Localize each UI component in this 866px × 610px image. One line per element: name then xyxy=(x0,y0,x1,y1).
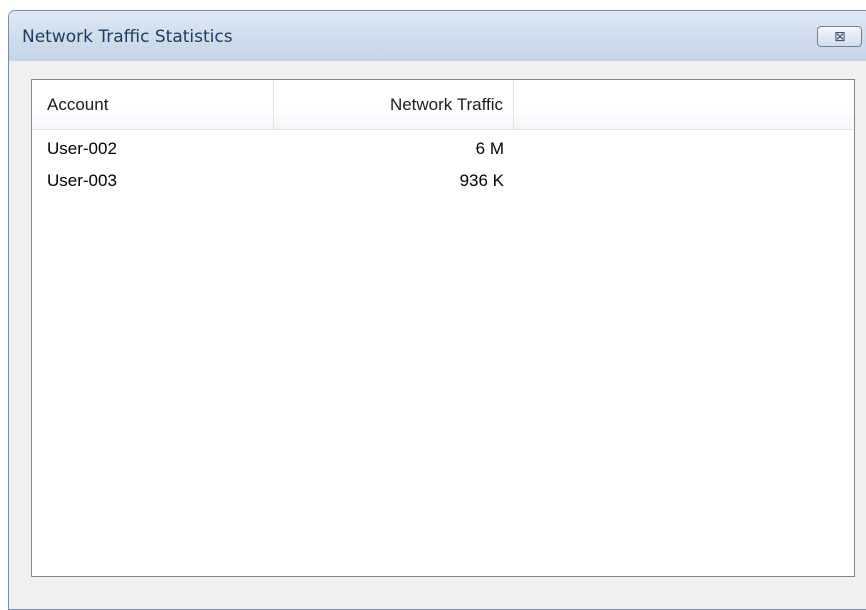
title-bar[interactable]: Network Traffic Statistics ⊠ xyxy=(9,11,866,61)
table-row[interactable]: User-002 6 M xyxy=(32,134,854,164)
column-header-account[interactable]: Account xyxy=(32,80,274,129)
close-button[interactable]: ⊠ xyxy=(817,26,862,47)
network-traffic-window: Network Traffic Statistics ⊠ Account Net… xyxy=(8,10,866,610)
account-cell: User-002 xyxy=(47,139,117,158)
window-title: Network Traffic Statistics xyxy=(22,27,233,47)
traffic-list-view[interactable]: Account Network Traffic User-002 6 M Use… xyxy=(31,79,855,577)
account-cell: User-003 xyxy=(47,171,117,190)
traffic-cell: 936 K xyxy=(459,171,504,190)
table-row[interactable]: User-003 936 K xyxy=(32,166,854,196)
traffic-cell: 6 M xyxy=(475,139,504,158)
close-icon: ⊠ xyxy=(834,29,846,45)
column-header-filler xyxy=(514,80,854,129)
column-header-network-traffic[interactable]: Network Traffic xyxy=(274,80,514,129)
list-header: Account Network Traffic xyxy=(32,80,854,130)
